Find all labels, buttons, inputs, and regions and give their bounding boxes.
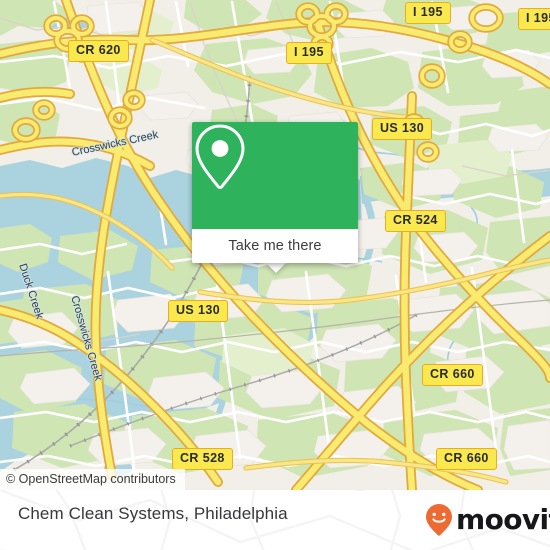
road-shield: US 130 [168, 300, 229, 322]
popup-card[interactable]: Take me there [192, 122, 358, 263]
road-shield: I 195 [286, 42, 332, 64]
map-pin-icon [195, 124, 245, 189]
map-canvas[interactable]: Crosswicks Creek Duck Creek Crosswicks Cre… [0, 0, 550, 490]
popup-card-cta[interactable]: Take me there [192, 229, 358, 263]
moovit-smiley-pin-icon [426, 504, 452, 536]
road-shield: CR 660 [436, 448, 497, 470]
road-shield: CR 528 [172, 448, 233, 470]
moovit-map-screenshot: Crosswicks Creek Duck Creek Crosswicks Cre… [0, 0, 550, 550]
place-name: Chem Clean Systems, Philadelphia [18, 504, 288, 523]
road-shield: US 130 [372, 118, 433, 140]
road-shield: I 195 [518, 8, 550, 30]
road-shield: CR 620 [68, 40, 129, 62]
moovit-brand[interactable]: moovit [424, 503, 550, 537]
road-shield: I 195 [405, 2, 451, 24]
road-shield: CR 524 [385, 210, 446, 232]
moovit-wordmark: moovit [456, 503, 550, 536]
road-shield: CR 660 [422, 364, 483, 386]
osm-attribution[interactable]: © OpenStreetMap contributors [0, 469, 185, 490]
take-me-there-label: Take me there [228, 238, 322, 254]
popup-card-header [192, 122, 358, 229]
popup-card-pointer [265, 262, 287, 273]
